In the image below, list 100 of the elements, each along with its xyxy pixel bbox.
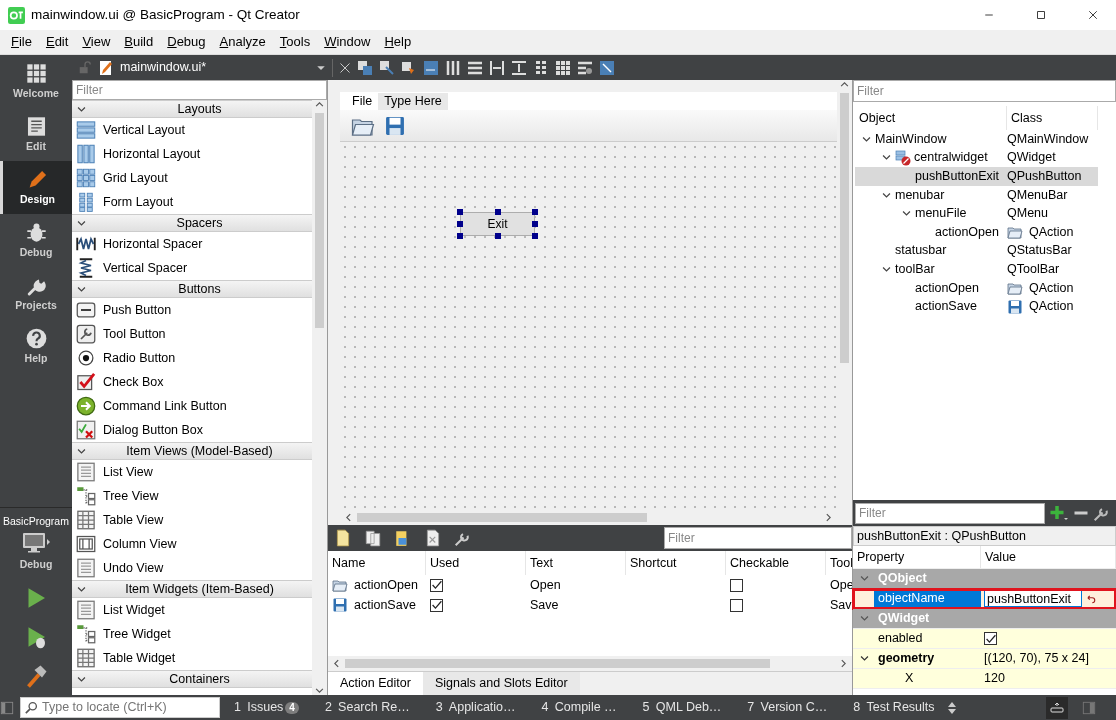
add-icon[interactable] [1049,504,1069,522]
tree-row[interactable]: actionOpen QAction [855,222,1098,242]
column-header[interactable]: Text [526,551,626,575]
scroll-thumb[interactable] [357,513,647,522]
menu-item[interactable]: Edit [38,32,76,52]
exit-button[interactable]: Exit [460,212,535,236]
checkbox[interactable] [984,632,997,645]
checkbox[interactable] [430,578,443,592]
category-header[interactable]: Buttons [72,280,312,298]
scroll-right-icon[interactable] [839,659,848,668]
tree-row[interactable]: pushButtonExit QPushButton [855,167,1098,186]
menu-item[interactable]: Build [117,32,161,52]
column-header[interactable]: Used [426,551,526,575]
new-file-icon[interactable] [334,529,352,547]
menu-item[interactable]: Analyze [212,32,273,52]
menu-item[interactable]: Tools [272,32,318,52]
property-name[interactable]: objectName [874,589,981,608]
mode-button[interactable]: Debug [0,214,72,267]
widget-item[interactable]: Table Widget [72,646,312,670]
widget-item[interactable]: List Widget [72,598,312,622]
copy-icon[interactable] [364,529,382,547]
mode-button[interactable]: Edit [0,108,72,161]
tab-order-icon[interactable] [423,59,439,76]
column-header[interactable]: Value [981,546,1116,568]
reset-icon[interactable] [1086,593,1096,604]
tree-row[interactable]: actionSave QAction [855,297,1098,316]
widget-item[interactable]: Check Box [72,370,312,394]
column-header[interactable]: Checkable [726,551,826,575]
scroll-left-icon[interactable] [344,513,353,522]
form-layout-icon[interactable] [533,59,549,76]
widget-edit-icon[interactable] [357,59,373,76]
widget-item[interactable]: Column View [72,532,312,556]
sidebar-toggle-icon[interactable] [0,700,14,715]
output-panel-icon[interactable] [1046,696,1068,719]
split-vertical-icon[interactable] [511,59,527,76]
kit-selector[interactable]: BasicProgram Debug [0,508,72,578]
tree-row[interactable]: menubar QMenuBar [855,185,1098,205]
tree-row[interactable]: menuFile QMenu [855,204,1098,223]
widget-item[interactable]: Radio Button [72,346,312,370]
menu-item[interactable]: Window [317,32,378,52]
locator-field[interactable]: Type to locate (Ctrl+K) [20,697,220,718]
rows-layout-icon[interactable] [467,59,483,76]
scroll-up-icon[interactable] [315,100,324,109]
checkbox[interactable] [730,578,743,592]
form-menu-item[interactable]: File [346,92,379,110]
widget-item[interactable]: Grid Layout [72,166,312,190]
widget-item[interactable]: Vertical Layout [72,118,312,142]
tab[interactable]: Action Editor [328,672,423,695]
widget-item[interactable]: Form Layout [72,190,312,214]
scroll-down-icon[interactable] [315,686,324,695]
property-name[interactable]: X [901,669,918,688]
menu-item[interactable]: Debug [160,32,213,52]
mode-button[interactable]: Help [0,320,72,373]
output-pane-button[interactable]: 7 Version C… [733,700,840,715]
widget-item[interactable]: List View [72,460,312,484]
mode-button[interactable]: Design [0,161,72,214]
scroll-right-icon[interactable] [824,513,833,522]
columns-layout-icon[interactable] [445,59,461,76]
close-icon[interactable] [1087,9,1099,21]
widget-item[interactable]: Vertical Spacer [72,256,312,280]
scrollbar[interactable] [328,656,852,671]
filter-field[interactable]: Filter [72,80,327,100]
signal-slot-icon[interactable] [379,59,395,76]
selection-handle[interactable] [494,209,501,215]
tree-row[interactable]: statusbar QStatusBar [855,241,1098,261]
maximize-icon[interactable] [1035,9,1047,21]
category-header[interactable]: Item Widgets (Item-Based) [72,580,312,598]
menu-item[interactable]: View [75,32,118,52]
tab[interactable]: Signals and Slots Editor [422,672,580,695]
widget-item[interactable]: Tool Button [72,322,312,346]
checkbox[interactable] [730,598,743,612]
mode-button[interactable]: Welcome [0,55,72,108]
category-header[interactable]: Item Views (Model-Based) [72,442,312,460]
property-name[interactable]: enabled [874,629,927,648]
hammer-icon[interactable] [24,663,48,688]
scroll-thumb[interactable] [345,659,770,668]
widget-item[interactable]: Table View [72,508,312,532]
property-name[interactable]: geometry [874,649,939,668]
widget-item[interactable]: Horizontal Spacer [72,232,312,256]
category-header[interactable]: Containers [72,670,312,688]
filter-field[interactable]: Filter [664,527,852,549]
scroll-up-icon[interactable] [840,80,849,89]
buddy-icon[interactable] [401,59,417,76]
form-menu-item[interactable]: Type Here [378,92,448,110]
filter-field[interactable]: Filter [855,502,1045,524]
split-horizontal-icon[interactable] [489,59,505,76]
widget-item[interactable]: Command Link Button [72,394,312,418]
filter-field[interactable]: Filter [853,80,1116,102]
tree-row[interactable]: centralwidget QWidget [855,148,1098,168]
output-pane-button[interactable]: 8 Test Results [839,700,947,715]
output-pane-button[interactable]: 4 Compile … [527,700,629,715]
mode-button[interactable]: Projects [0,267,72,320]
scroll-left-icon[interactable] [332,659,341,668]
column-header[interactable]: Object [855,106,1007,130]
checkbox[interactable] [430,598,443,612]
grid-layout-icon[interactable] [555,59,571,76]
widget-item[interactable]: Dialog Button Box [72,418,312,442]
column-header[interactable]: Name [328,551,426,575]
column-header[interactable]: Class [1007,106,1098,130]
break-layout-icon[interactable] [577,59,593,76]
